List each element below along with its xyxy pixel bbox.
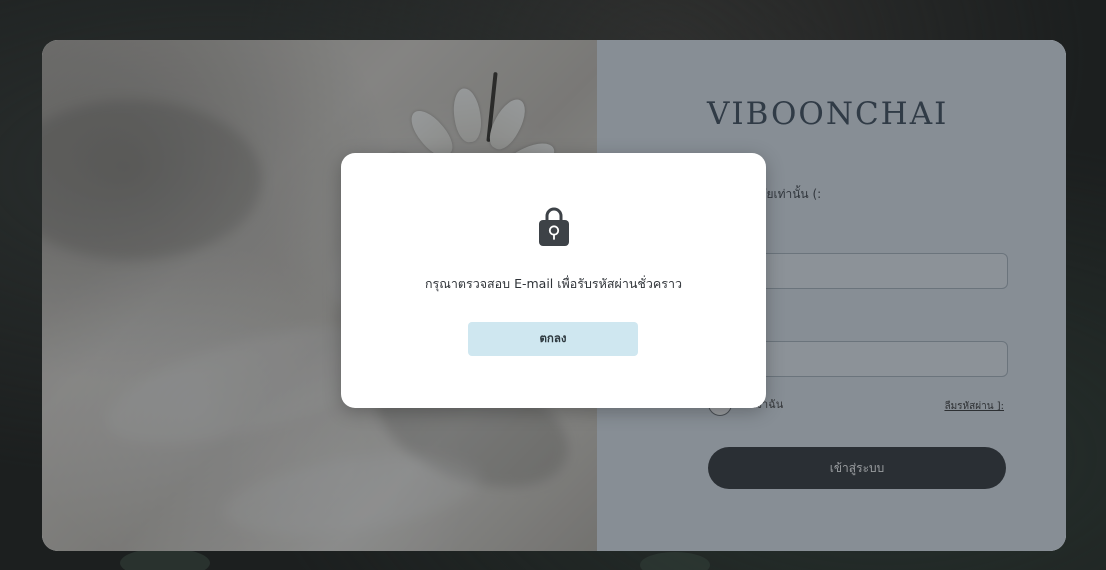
background-leaf <box>120 548 210 570</box>
notice-modal: กรุณาตรวจสอบ E-mail เพื่อรับรหัสผ่านชั่ว… <box>341 153 766 408</box>
lock-icon <box>538 207 570 247</box>
background-leaf <box>640 552 710 570</box>
ok-button[interactable]: ตกลง <box>468 322 638 356</box>
modal-message: กรุณาตรวจสอบ E-mail เพื่อรับรหัสผ่านชั่ว… <box>424 276 683 291</box>
